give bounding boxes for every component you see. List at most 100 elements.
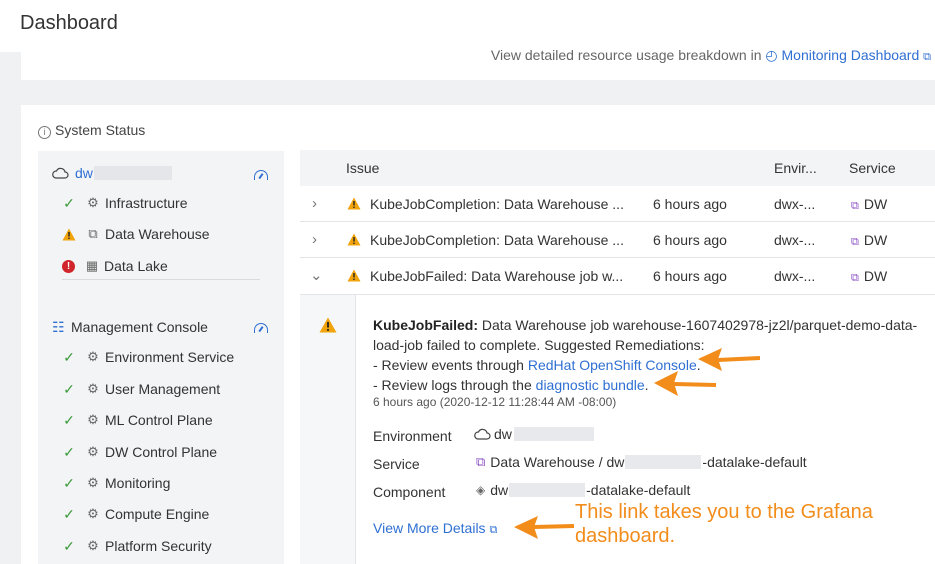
data-warehouse-icon: ⧉ xyxy=(851,200,859,212)
environment-value: dw xyxy=(474,426,594,442)
issue-text[interactable]: KubeJobCompletion: Data Warehouse ... xyxy=(370,196,624,212)
gear-icon: ⚙ xyxy=(87,444,99,459)
service-row-data-lake[interactable]: ! ▦ Data Lake xyxy=(62,256,168,276)
issue-service: ⧉ DW xyxy=(851,268,887,285)
service-row-ml-control-plane[interactable]: ✓ ⚙ ML Control Plane xyxy=(62,410,213,430)
management-console-label: Management Console xyxy=(71,319,208,335)
system-status-card: i System Status dw ✓ ⚙ Infrastructure ⧉ D… xyxy=(21,105,935,564)
check-icon: ✓ xyxy=(63,194,75,211)
issue-environment: dwx-... xyxy=(774,232,816,248)
component-label: Component xyxy=(373,484,446,500)
service-label: Compute Engine xyxy=(105,506,210,522)
management-console-gauge-icon[interactable] xyxy=(254,323,268,333)
gear-icon: ⚙ xyxy=(87,381,99,396)
service-row-monitoring[interactable]: ✓ ⚙ Monitoring xyxy=(62,473,170,493)
check-icon: ✓ xyxy=(63,537,75,554)
service-row-compute-engine[interactable]: ✓ ⚙ Compute Engine xyxy=(62,504,209,524)
issue-text[interactable]: KubeJobCompletion: Data Warehouse ... xyxy=(370,232,624,248)
environment-name[interactable]: dw xyxy=(75,165,93,181)
chevron-right-icon[interactable]: › xyxy=(312,231,317,248)
table-row-expanded[interactable]: ⌄ KubeJobFailed: Data Warehouse job w...… xyxy=(300,258,935,294)
status-sidebar: dw ✓ ⚙ Infrastructure ⧉ Data Warehouse !… xyxy=(38,151,284,564)
diagnostic-bundle-link[interactable]: diagnostic bundle xyxy=(536,377,645,393)
gear-icon: ⚙ xyxy=(87,506,99,521)
service-name: DW xyxy=(863,268,888,284)
service-label: User Management xyxy=(105,381,221,397)
environment-row[interactable]: dw xyxy=(52,163,172,183)
service-label: Monitoring xyxy=(105,475,171,491)
warning-large-icon xyxy=(319,317,337,338)
service-label: ML Control Plane xyxy=(105,412,213,428)
component-value-start: dw xyxy=(490,482,509,498)
annotation-arrow-grafana xyxy=(514,516,575,539)
service-row-dw-control-plane[interactable]: ✓ ⚙ DW Control Plane xyxy=(62,442,217,462)
service-value-end: -datalake-default xyxy=(702,454,807,470)
service-value: ⧉ Data Warehouse / dw -datalake-default xyxy=(476,454,807,470)
component-value: ◈ dw -datalake-default xyxy=(476,482,690,498)
management-console-icon: ☷ xyxy=(52,318,65,335)
issue-service: ⧉ DW xyxy=(851,196,887,213)
warning-icon xyxy=(347,269,361,285)
column-header-issue[interactable]: Issue xyxy=(346,160,379,176)
grafana-annotation: This link takes you to the Grafana dashb… xyxy=(575,500,873,548)
gear-icon: ⚙ xyxy=(87,475,99,490)
chevron-right-icon[interactable]: › xyxy=(312,195,317,212)
check-icon: ✓ xyxy=(63,443,75,460)
column-header-service[interactable]: Service xyxy=(849,160,896,176)
cloud-icon xyxy=(474,428,491,440)
management-console-row[interactable]: ☷ Management Console xyxy=(52,317,208,337)
service-row-infrastructure[interactable]: ✓ ⚙ Infrastructure xyxy=(62,193,187,213)
remediation-2-prefix: - Review logs through the xyxy=(373,377,532,393)
service-label: Infrastructure xyxy=(105,195,188,211)
issue-time: 6 hours ago xyxy=(653,268,727,284)
resource-usage-prefix: View detailed resource usage breakdown i… xyxy=(490,47,762,63)
data-warehouse-icon: ⧉ xyxy=(851,236,859,248)
component-value-end: -datalake-default xyxy=(586,482,691,498)
remediation-2-suffix: . xyxy=(644,377,649,393)
service-label: Service xyxy=(373,456,420,472)
data-warehouse-icon: ⧉ xyxy=(476,454,486,469)
service-row-environment-service[interactable]: ✓ ⚙ Environment Service xyxy=(62,347,234,367)
resource-usage-text: View detailed resource usage breakdown i… xyxy=(491,47,931,64)
view-more-details-link[interactable]: View More Details ⧉ xyxy=(373,520,497,537)
annotation-arrow-diagnostic xyxy=(654,371,717,396)
service-row-data-warehouse[interactable]: ⧉ Data Warehouse xyxy=(62,224,210,244)
service-row-user-management[interactable]: ✓ ⚙ User Management xyxy=(62,379,220,399)
gear-icon: ⚙ xyxy=(87,412,99,427)
warning-icon xyxy=(347,197,361,213)
page-title: Dashboard xyxy=(20,12,118,34)
service-label: Environment Service xyxy=(105,349,235,365)
detail-strip xyxy=(300,295,356,564)
monitoring-dashboard-link[interactable]: Monitoring Dashboard xyxy=(782,47,920,63)
external-link-icon[interactable]: ⧉ xyxy=(923,51,931,64)
system-status-title: i System Status xyxy=(38,122,145,139)
view-more-details-label[interactable]: View More Details xyxy=(373,520,486,536)
check-icon: ✓ xyxy=(63,348,75,365)
table-row[interactable]: › KubeJobCompletion: Data Warehouse ... … xyxy=(300,222,935,258)
external-link-icon[interactable]: ⧉ xyxy=(489,524,497,537)
environment-gauge-icon[interactable] xyxy=(254,170,268,180)
gear-icon: ⚙ xyxy=(87,195,99,210)
check-icon: ✓ xyxy=(63,380,75,397)
annotation-line-1: This link takes you to the Grafana xyxy=(575,501,873,523)
issue-text[interactable]: KubeJobFailed: Data Warehouse job w... xyxy=(370,268,623,284)
table-row[interactable]: › KubeJobCompletion: Data Warehouse ... … xyxy=(300,186,935,222)
redacted-block xyxy=(513,427,594,441)
annotation-line-2: dashboard. xyxy=(575,525,676,547)
gear-icon: ⚙ xyxy=(87,538,99,553)
environment-label: Environment xyxy=(373,428,452,444)
sidebar-divider xyxy=(62,279,260,280)
detail-timestamp: 6 hours ago (2020-12-12 11:28:44 AM -08:… xyxy=(373,395,617,409)
service-label: Platform Security xyxy=(105,538,212,554)
service-row-platform-security[interactable]: ✓ ⚙ Platform Security xyxy=(62,536,212,556)
column-header-environment[interactable]: Envir... xyxy=(774,160,817,176)
chevron-down-icon[interactable]: ⌄ xyxy=(310,266,323,284)
warning-icon xyxy=(347,233,361,249)
check-icon: ✓ xyxy=(63,411,75,428)
check-icon: ✓ xyxy=(63,505,75,522)
check-icon: ✓ xyxy=(63,474,75,491)
environment-name: dw xyxy=(494,426,512,442)
service-label: DW Control Plane xyxy=(105,444,218,460)
issue-time: 6 hours ago xyxy=(653,232,727,248)
gauge-small-icon: ◴ xyxy=(765,47,778,63)
